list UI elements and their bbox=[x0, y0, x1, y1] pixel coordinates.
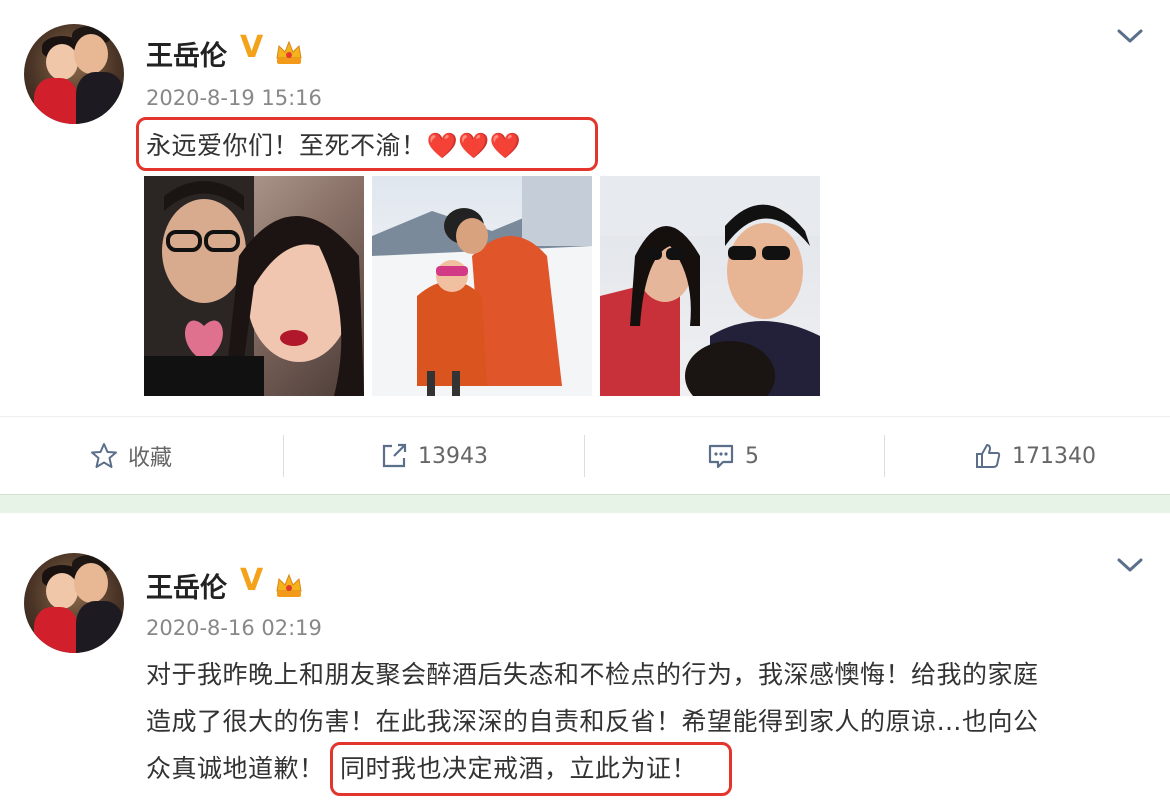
action-bar: 收藏 13943 5 171340 bbox=[0, 416, 1170, 495]
chevron-down-icon[interactable] bbox=[1116, 26, 1144, 46]
heart-emoji: ❤️❤️❤️ bbox=[426, 131, 522, 160]
repost-count: 13943 bbox=[418, 443, 488, 469]
post-text-highlight: 同时我也决定戒酒，立此为证！ bbox=[340, 754, 698, 783]
comment-icon bbox=[708, 444, 734, 469]
chevron-down-icon[interactable] bbox=[1116, 555, 1144, 575]
post-text-line: 对于我昨晚上和朋友聚会醉酒后失态和不检点的行为，我深感懊悔！给我的家庭 bbox=[146, 660, 1039, 689]
comment-button[interactable]: 5 bbox=[707, 417, 759, 495]
comment-count: 5 bbox=[745, 443, 759, 469]
author-avatar[interactable] bbox=[24, 553, 124, 653]
weibo-post-1: 王岳伦 V 2020-8-19 15:16 永远爱你们！至死不渝！❤️❤️❤️ bbox=[0, 0, 1170, 494]
feed-divider bbox=[0, 494, 1170, 513]
action-separator bbox=[283, 435, 284, 477]
like-count: 171340 bbox=[1012, 443, 1096, 469]
favorite-button[interactable]: 收藏 bbox=[90, 417, 172, 495]
crown-icon bbox=[276, 40, 302, 64]
post-text-line: 造成了很大的伤害！在此我深深的自责和反省！希望能得到家人的原谅…也向公 bbox=[146, 707, 1039, 736]
author-avatar[interactable] bbox=[24, 24, 124, 124]
post-photo[interactable] bbox=[372, 176, 592, 396]
action-separator bbox=[584, 435, 585, 477]
favorite-label: 收藏 bbox=[128, 446, 173, 471]
post-time: 2020-8-16 02:19 bbox=[146, 616, 322, 640]
weibo-post-2: 王岳伦 V 2020-8-16 02:19 对于我昨晚上和朋友聚会醉酒后失态和不… bbox=[0, 513, 1170, 804]
share-icon bbox=[382, 443, 407, 468]
repost-button[interactable]: 13943 bbox=[380, 417, 488, 495]
crown-icon bbox=[276, 573, 302, 597]
thumbs-up-icon bbox=[976, 444, 1001, 468]
post-photo[interactable] bbox=[600, 176, 820, 396]
post-text-line: 永远爱你们！至死不渝！ bbox=[146, 131, 427, 160]
like-button[interactable]: 171340 bbox=[974, 417, 1096, 495]
post-text: 永远爱你们！至死不渝！❤️❤️❤️ bbox=[146, 126, 521, 162]
author-name[interactable]: 王岳伦 bbox=[146, 566, 227, 605]
action-separator bbox=[884, 435, 885, 477]
author-name[interactable]: 王岳伦 bbox=[146, 34, 227, 73]
verified-icon: V bbox=[240, 30, 264, 65]
post-time: 2020-8-19 15:16 bbox=[146, 86, 322, 110]
verified-icon: V bbox=[240, 563, 264, 598]
star-icon bbox=[91, 443, 117, 468]
post-text-line: 众真诚地道歉！ bbox=[146, 754, 325, 783]
post-photo[interactable] bbox=[144, 176, 364, 396]
